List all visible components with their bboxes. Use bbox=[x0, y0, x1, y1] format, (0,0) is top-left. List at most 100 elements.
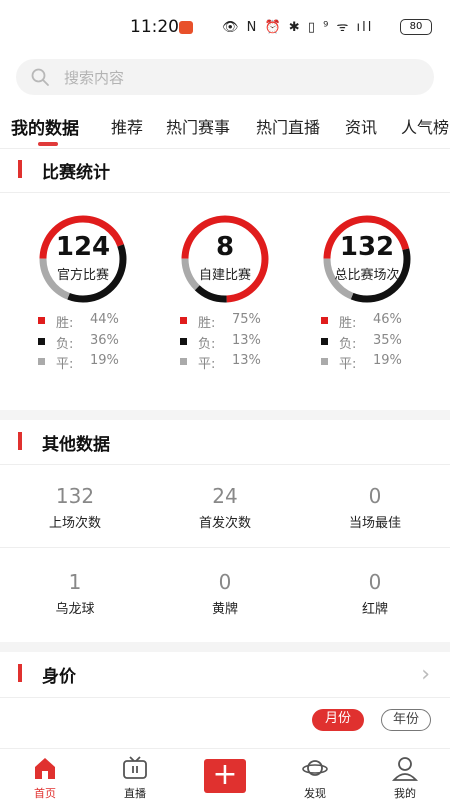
tab-recommend[interactable]: 推荐 bbox=[111, 114, 143, 138]
legend-draw: 平: 13% bbox=[180, 353, 280, 374]
legend-draw: 平: 19% bbox=[321, 353, 421, 374]
stat-mvp: 0 当场最佳 bbox=[300, 484, 450, 531]
nav-label: 发现 bbox=[304, 787, 326, 800]
win-swatch bbox=[180, 317, 187, 324]
legend-key: 胜: bbox=[198, 316, 216, 331]
win-swatch bbox=[38, 317, 45, 324]
stat-starts: 24 首发次数 bbox=[150, 484, 300, 531]
value-header[interactable]: 身价 › bbox=[0, 654, 450, 694]
toggle-yearly[interactable]: 年份 bbox=[381, 709, 431, 731]
legend-value: 13% bbox=[232, 353, 261, 368]
stat-value: 24 bbox=[212, 484, 238, 508]
nav-create[interactable]: + bbox=[180, 749, 270, 800]
battery-icon: 80 bbox=[400, 19, 432, 35]
profile-icon bbox=[392, 757, 418, 781]
legend-key: 平: bbox=[56, 357, 74, 372]
win-swatch bbox=[321, 317, 328, 324]
status-time: 11:20 bbox=[130, 17, 179, 37]
nav-label: 我的 bbox=[394, 787, 416, 800]
planet-icon bbox=[302, 760, 328, 776]
nav-label: 首页 bbox=[34, 787, 56, 800]
legend-custom: 胜: 75% 负: 13% 平: 13% bbox=[180, 312, 280, 374]
stat-appearances: 132 上场次数 bbox=[0, 484, 150, 531]
stat-label: 乌龙球 bbox=[55, 602, 95, 617]
stat-value: 0 bbox=[368, 570, 382, 594]
home-icon bbox=[35, 758, 55, 779]
draw-swatch bbox=[180, 358, 187, 365]
toggle-monthly[interactable]: 月份 bbox=[312, 709, 364, 731]
category-tabs: 我的数据 推荐 热门赛事 热门直播 资讯 人气榜 bbox=[0, 104, 450, 148]
donut-total-matches: 132 总比赛场次 bbox=[311, 214, 423, 304]
legend-key: 平: bbox=[198, 357, 216, 372]
stat-yellow-cards: 0 黄牌 bbox=[150, 570, 300, 617]
stat-label: 上场次数 bbox=[48, 516, 101, 531]
section-gap bbox=[0, 642, 450, 652]
tab-news[interactable]: 资讯 bbox=[345, 114, 377, 138]
active-tab-indicator bbox=[38, 142, 58, 146]
legend-official: 胜: 44% 负: 36% 平: 19% bbox=[38, 312, 138, 374]
legend-value: 36% bbox=[90, 332, 119, 348]
custom-match-label: 自建比赛 bbox=[198, 268, 251, 283]
legend-win: 胜: 44% bbox=[38, 312, 138, 333]
section-title: 身价 bbox=[42, 667, 76, 687]
nav-home[interactable]: 首页 bbox=[0, 749, 90, 800]
loss-swatch bbox=[180, 337, 187, 345]
legend-value: 44% bbox=[90, 312, 119, 327]
legend-draw: 平: 19% bbox=[38, 353, 138, 374]
legend-total: 胜: 46% 负: 35% 平: 19% bbox=[321, 312, 421, 374]
divider bbox=[0, 148, 450, 149]
section-title: 其他数据 bbox=[42, 435, 110, 455]
divider bbox=[0, 192, 450, 193]
stat-label: 当场最佳 bbox=[348, 516, 401, 531]
stat-label: 首发次数 bbox=[198, 516, 251, 531]
tab-hot-live[interactable]: 热门直播 bbox=[256, 114, 320, 138]
stat-label: 黄牌 bbox=[211, 602, 238, 617]
nav-label: 直播 bbox=[124, 787, 146, 800]
section-gap bbox=[0, 410, 450, 420]
total-match-count: 132 bbox=[339, 232, 395, 262]
stat-own-goals: 1 乌龙球 bbox=[0, 570, 150, 617]
bottom-nav: 首页 直播 + 发现 我的 bbox=[0, 748, 450, 800]
divider bbox=[0, 697, 450, 698]
stat-value: 132 bbox=[55, 484, 95, 508]
app-screen: 11:20 👁 Ν ⏰ ✱ ▯ ⁹ ᯤ ıll 80 搜索内容 我的数据 推荐 … bbox=[0, 0, 450, 800]
section-accent bbox=[18, 160, 22, 178]
tab-popularity[interactable]: 人气榜 bbox=[401, 114, 449, 138]
stat-value: 0 bbox=[368, 484, 382, 508]
tab-hot-events[interactable]: 热门赛事 bbox=[166, 114, 230, 138]
draw-swatch bbox=[38, 358, 45, 365]
tv-icon bbox=[123, 756, 147, 779]
legend-key: 胜: bbox=[56, 316, 74, 331]
loss-swatch bbox=[38, 337, 45, 345]
donut-official-matches: 124 官方比赛 bbox=[27, 214, 139, 304]
tab-my-data[interactable]: 我的数据 bbox=[11, 114, 79, 139]
stat-value: 0 bbox=[218, 570, 232, 594]
legend-loss: 负: 35% bbox=[321, 333, 421, 354]
search-icon bbox=[31, 68, 49, 86]
nav-profile[interactable]: 我的 bbox=[360, 749, 450, 800]
legend-value: 13% bbox=[232, 332, 261, 348]
custom-match-count: 8 bbox=[215, 232, 235, 262]
draw-swatch bbox=[321, 358, 328, 365]
section-title: 比赛统计 bbox=[42, 163, 110, 183]
legend-value: 46% bbox=[373, 312, 402, 327]
app-notification-icon bbox=[179, 21, 193, 34]
nav-live[interactable]: 直播 bbox=[90, 749, 180, 800]
nav-discover[interactable]: 发现 bbox=[270, 749, 360, 800]
legend-value: 75% bbox=[232, 312, 261, 327]
other-data-header: 其他数据 bbox=[0, 422, 450, 462]
search-placeholder: 搜索内容 bbox=[64, 69, 125, 87]
legend-key: 平: bbox=[339, 357, 357, 372]
stat-label: 红牌 bbox=[361, 602, 388, 617]
legend-win: 胜: 46% bbox=[321, 312, 421, 333]
plus-icon[interactable]: + bbox=[204, 759, 246, 793]
status-icons: 👁 Ν ⏰ ✱ ▯ ⁹ ᯤ ıll bbox=[222, 20, 374, 35]
chevron-right-icon[interactable]: › bbox=[421, 662, 430, 687]
legend-value: 35% bbox=[373, 332, 402, 348]
search-input[interactable]: 搜索内容 bbox=[16, 59, 434, 95]
legend-win: 胜: 75% bbox=[180, 312, 280, 333]
legend-loss: 负: 36% bbox=[38, 333, 138, 354]
legend-value: 19% bbox=[373, 353, 402, 368]
legend-loss: 负: 13% bbox=[180, 333, 280, 354]
loss-swatch bbox=[321, 337, 328, 345]
